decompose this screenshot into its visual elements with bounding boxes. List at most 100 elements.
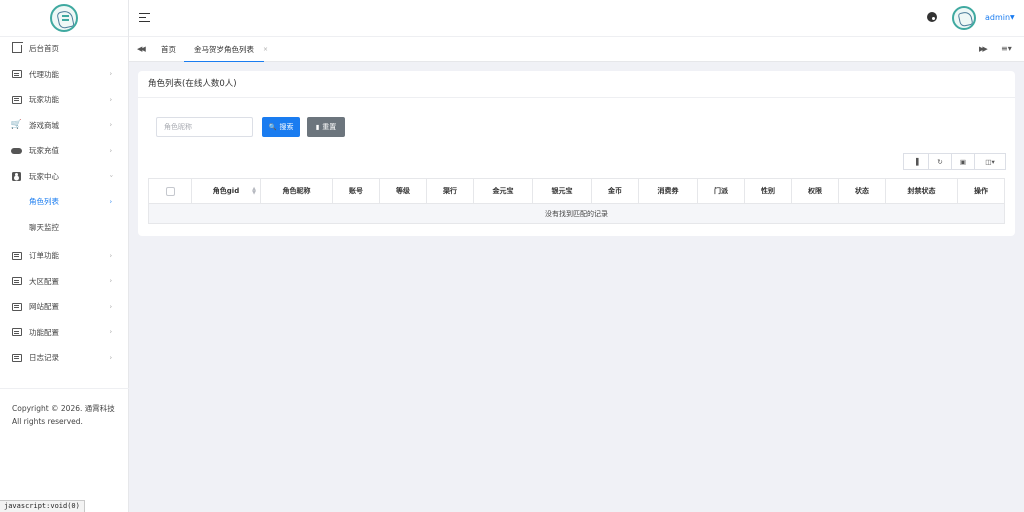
sidebar-divider	[0, 388, 129, 389]
sidebar-subitem-label: 角色列表	[29, 197, 59, 207]
chevron-right-icon: ›	[109, 70, 112, 78]
reset-button[interactable]: ▮ 重置	[307, 117, 345, 137]
sidebar-item-label: 功能配置	[29, 327, 59, 337]
monitor-icon	[11, 302, 22, 311]
column-header: 银元宝	[532, 178, 592, 204]
sidebar-item-orders[interactable]: 订单功能 ›	[0, 243, 128, 269]
sidebar: 后台首页 代理功能 › 玩家功能 › 🛒 游戏商城 › 玩家充值 › 玩家中心 …	[0, 0, 129, 512]
column-header: 状态	[838, 178, 886, 204]
table-toolbar: ▐ ↻ ▣ ◫▾	[903, 153, 1006, 170]
role-table: 角色gid ▲ ▼ 角色昵称 账号 等级 渠行 金元宝 银元宝 金币 消费券 门派 …	[148, 178, 1005, 224]
column-header: 操作	[957, 178, 1005, 204]
sidebar-item-label: 网站配置	[29, 302, 59, 312]
sort-icon: ▲ ▼	[252, 186, 256, 196]
monitor-icon	[11, 95, 22, 104]
sidebar-item-label: 日志记录	[29, 353, 59, 363]
avatar[interactable]	[952, 6, 976, 30]
tab-bar: ◀◀ 首页 金马贺岁角色列表 × ▶▶ ≡▾	[129, 37, 1024, 62]
sidebar-item-feature-config[interactable]: 功能配置 ›	[0, 320, 128, 346]
select-all-checkbox[interactable]	[165, 186, 175, 196]
gamepad-icon	[11, 146, 22, 155]
caret-down-icon[interactable]: ▼	[1010, 14, 1015, 21]
chevron-right-icon: ›	[109, 252, 112, 260]
tab-scroll-right-icon[interactable]: ▶▶	[979, 45, 988, 53]
chevron-right-icon: ›	[109, 147, 112, 155]
tab-menu-icon[interactable]: ≡▾	[1001, 44, 1012, 53]
sidebar-item-agent[interactable]: 代理功能 ›	[0, 62, 128, 88]
tab-home[interactable]: 首页	[161, 37, 176, 62]
column-header: 消费券	[638, 178, 698, 204]
chevron-right-icon: ›	[109, 277, 112, 285]
empty-message: 没有找到匹配的记录	[148, 203, 1005, 224]
username[interactable]: admin	[985, 13, 1010, 22]
sidebar-subitem-role-list[interactable]: 角色列表 ›	[0, 189, 128, 215]
sidebar-subitem-chat-monitor[interactable]: 聊天监控	[0, 215, 128, 241]
chevron-right-icon: ›	[109, 354, 112, 362]
column-header: 门派	[697, 178, 745, 204]
role-nickname-input[interactable]	[156, 117, 253, 137]
column-header: 角色昵称	[260, 178, 333, 204]
column-header: 账号	[332, 178, 380, 204]
sidebar-item-label: 玩家中心	[29, 171, 59, 181]
sidebar-item-player-center[interactable]: 玩家中心 ›	[0, 164, 128, 190]
top-header: admin ▼	[129, 0, 1024, 37]
sidebar-item-label: 游戏商城	[29, 120, 59, 130]
sidebar-item-label: 大区配置	[29, 276, 59, 286]
logo-area	[0, 0, 128, 37]
chevron-right-icon: ›	[109, 96, 112, 104]
sidebar-item-logs[interactable]: 日志记录 ›	[0, 345, 128, 371]
tab-role-list[interactable]: 金马贺岁角色列表	[184, 37, 264, 62]
chevron-right-icon: ›	[109, 303, 112, 311]
copyright-text: Copyright © 2026. 通霄科技 All rights reserv…	[12, 404, 115, 426]
monitor-icon	[11, 251, 22, 260]
chevron-right-icon: ›	[109, 121, 112, 129]
column-header: 权限	[791, 178, 839, 204]
monitor-icon	[11, 277, 22, 286]
sidebar-subitem-label: 聊天监控	[29, 222, 59, 232]
sidebar-item-label: 玩家充值	[29, 146, 59, 156]
sidebar-menu: 后台首页 代理功能 › 玩家功能 › 🛒 游戏商城 › 玩家充值 › 玩家中心 …	[0, 36, 128, 371]
trash-icon: ▮	[315, 123, 320, 131]
column-header: 渠行	[426, 178, 474, 204]
close-icon[interactable]: ×	[263, 37, 268, 62]
display-icon[interactable]: ▣	[951, 153, 975, 170]
tab-scroll-left-icon[interactable]: ◀◀	[137, 45, 146, 53]
search-button[interactable]: 🔍 搜索	[262, 117, 300, 137]
export-icon[interactable]: ◫▾	[974, 153, 1006, 170]
sidebar-item-shop[interactable]: 🛒 游戏商城 ›	[0, 113, 128, 139]
column-header: 金元宝	[473, 178, 533, 204]
sidebar-item-dashboard[interactable]: 后台首页	[0, 36, 128, 62]
chevron-down-icon: ›	[107, 175, 115, 178]
refresh-icon[interactable]: ↻	[928, 153, 952, 170]
menu-toggle-icon[interactable]	[139, 13, 150, 23]
browser-status-bar: javascript:void(0)	[0, 500, 85, 512]
user-card-icon	[11, 171, 22, 181]
chevron-right-icon: ›	[109, 328, 112, 336]
logo[interactable]	[50, 4, 78, 32]
search-button-label: 搜索	[279, 123, 294, 131]
sidebar-item-label: 后台首页	[29, 44, 59, 54]
reset-button-label: 重置	[322, 123, 337, 131]
monitor-icon	[11, 353, 22, 362]
cart-icon: 🛒	[10, 119, 23, 130]
bar-chart-icon[interactable]: ▐	[903, 153, 929, 170]
column-header: 性别	[744, 178, 792, 204]
role-list-card: 角色列表(在线人数0人) 🔍 搜索 ▮ 重置 ▐ ↻ ▣ ◫▾ 角色gid▲▼ …	[138, 71, 1015, 236]
column-header: 封禁状态	[885, 178, 958, 204]
column-header: 金币	[591, 178, 639, 204]
table-header-row: 角色gid ▲ ▼ 角色昵称 账号 等级 渠行 金元宝 银元宝 金币 消费券 门派 …	[148, 178, 1005, 204]
home-icon	[11, 41, 23, 53]
palette-icon[interactable]	[927, 12, 937, 22]
sidebar-item-label: 玩家功能	[29, 95, 59, 105]
sidebar-item-region-config[interactable]: 大区配置 ›	[0, 269, 128, 295]
card-title: 角色列表(在线人数0人)	[138, 71, 1015, 98]
monitor-icon	[11, 328, 22, 337]
sidebar-item-recharge[interactable]: 玩家充值 ›	[0, 138, 128, 164]
monitor-icon	[11, 70, 22, 79]
column-header: 等级	[379, 178, 427, 204]
sidebar-item-site-config[interactable]: 网站配置 ›	[0, 294, 128, 320]
sidebar-item-player[interactable]: 玩家功能 ›	[0, 87, 128, 113]
select-all-checkbox-cell[interactable]	[148, 178, 192, 204]
search-icon: 🔍	[268, 123, 277, 131]
column-header[interactable]: 角色gid ▲ ▼	[191, 178, 261, 204]
